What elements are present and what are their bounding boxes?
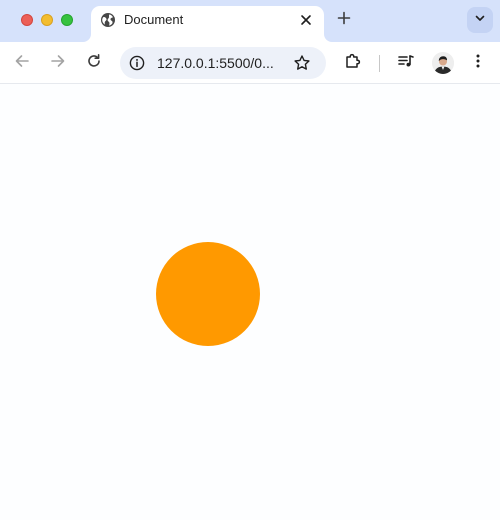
new-tab-button[interactable] (333, 9, 355, 31)
orange-circle (156, 242, 260, 346)
tab-title: Document (124, 12, 184, 27)
reload-icon (86, 53, 102, 74)
close-icon[interactable] (296, 10, 316, 30)
reload-button[interactable] (82, 51, 106, 75)
back-button[interactable] (10, 51, 34, 75)
globe-icon (100, 12, 116, 28)
info-icon[interactable] (129, 55, 145, 71)
media-controls-button[interactable] (394, 51, 418, 75)
window-maximize-button[interactable] (61, 14, 73, 26)
plus-icon (337, 11, 351, 30)
arrow-left-icon (14, 53, 30, 74)
url-text[interactable]: 127.0.0.1:5500/0... (157, 55, 274, 71)
tab-strip: Document (0, 0, 500, 42)
forward-button[interactable] (46, 51, 70, 75)
chevron-down-icon (474, 11, 486, 29)
star-icon[interactable] (293, 54, 311, 72)
puzzle-icon (344, 52, 362, 75)
toolbar: 127.0.0.1:5500/0... (0, 42, 500, 84)
menu-button[interactable] (466, 51, 490, 75)
page-content (0, 84, 500, 520)
browser-window: Document 127.0.0.1:5500/0... (0, 0, 500, 520)
tab-document[interactable]: Document (91, 6, 324, 42)
profile-avatar[interactable] (432, 52, 454, 74)
toolbar-divider (379, 55, 380, 72)
arrow-right-icon (50, 53, 66, 74)
tab-search-button[interactable] (467, 7, 493, 33)
media-queue-icon (397, 52, 415, 75)
window-minimize-button[interactable] (41, 14, 53, 26)
extensions-button[interactable] (341, 51, 365, 75)
window-close-button[interactable] (21, 14, 33, 26)
kebab-menu-icon (470, 53, 486, 74)
address-bar[interactable]: 127.0.0.1:5500/0... (120, 47, 326, 79)
